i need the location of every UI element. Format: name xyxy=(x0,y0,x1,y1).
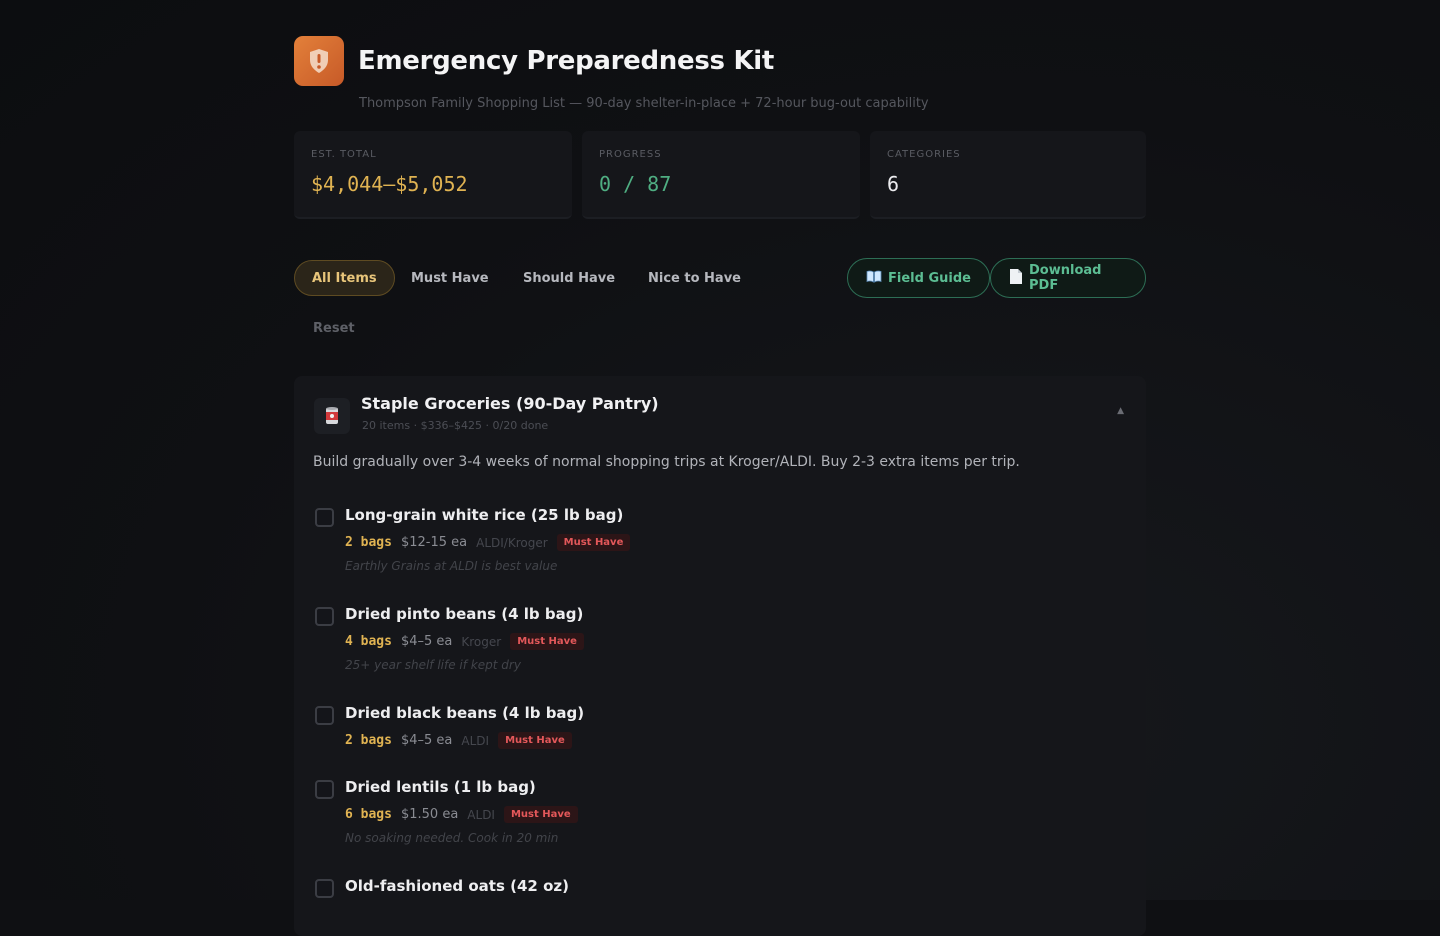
stat-est-total: EST. TOTAL $4,044–$5,052 xyxy=(294,131,572,219)
item-price: $4–5 ea xyxy=(400,634,453,649)
item-details: 4 bags $4–5 ea Kroger Must Have xyxy=(345,633,584,650)
item-store: ALDI xyxy=(461,733,490,748)
filter-bar: All Items Must Have Should Have Nice to … xyxy=(294,258,1146,298)
stat-value: 0 / 87 xyxy=(599,172,672,196)
item-note: No soaking needed. Cook in 20 min xyxy=(345,831,559,845)
download-pdf-label: Download PDF xyxy=(1029,263,1102,293)
stat-label: CATEGORIES xyxy=(887,149,961,160)
shield-icon xyxy=(294,36,344,86)
item-note: Earthly Grains at ALDI is best value xyxy=(345,559,558,573)
reset-button[interactable]: Reset xyxy=(313,321,355,336)
priority-badge: Must Have xyxy=(556,534,631,551)
item-price: $1.50 ea xyxy=(400,807,459,822)
item-name: Dried lentils (1 lb bag) xyxy=(345,778,536,796)
filter-nice-to-have[interactable]: Nice to Have xyxy=(631,260,758,296)
item-note: 25+ year shelf life if kept dry xyxy=(345,658,521,672)
page-title: Emergency Preparedness Kit xyxy=(358,46,775,76)
item-name: Dried pinto beans (4 lb bag) xyxy=(345,605,584,623)
stat-label: EST. TOTAL xyxy=(311,149,377,160)
stat-categories: CATEGORIES 6 xyxy=(870,131,1146,219)
stat-value: 6 xyxy=(887,172,900,196)
chevron-up-icon[interactable]: ▲ xyxy=(1117,406,1124,416)
item-qty: 2 bags xyxy=(345,535,392,550)
download-pdf-button[interactable]: Download PDF xyxy=(990,258,1146,298)
item-store: Kroger xyxy=(461,634,502,649)
filter-must-have[interactable]: Must Have xyxy=(394,260,506,296)
document-icon xyxy=(1009,268,1023,289)
field-guide-button[interactable]: Field Guide xyxy=(847,258,990,298)
stats-row: EST. TOTAL $4,044–$5,052 PROGRESS 0 / 87… xyxy=(294,131,1146,219)
item-checkbox[interactable] xyxy=(315,780,334,799)
item-qty: 6 bags xyxy=(345,807,392,822)
priority-badge: Must Have xyxy=(503,806,578,823)
item-store: ALDI xyxy=(467,807,495,822)
item-checkbox[interactable] xyxy=(315,607,334,626)
category-meta: 20 items · $336–$425 · 0/20 done xyxy=(362,419,549,432)
item-qty: 2 bags xyxy=(345,733,392,748)
category-card: Staple Groceries (90-Day Pantry) 20 item… xyxy=(294,376,1146,936)
filter-all-items[interactable]: All Items xyxy=(294,260,395,296)
item-checkbox[interactable] xyxy=(315,508,334,527)
category-description: Build gradually over 3-4 weeks of normal… xyxy=(313,454,1020,470)
stat-label: PROGRESS xyxy=(599,149,662,160)
field-guide-label: Field Guide xyxy=(888,270,971,286)
book-icon xyxy=(866,270,882,287)
page-header: Emergency Preparedness Kit xyxy=(294,36,1146,86)
page-subtitle: Thompson Family Shopping List — 90-day s… xyxy=(359,96,929,111)
item-details: 2 bags $12-15 ea ALDI/Kroger Must Have xyxy=(345,534,631,551)
stat-value: $4,044–$5,052 xyxy=(311,172,468,196)
stat-progress: PROGRESS 0 / 87 xyxy=(582,131,860,219)
item-price: $12-15 ea xyxy=(400,535,468,550)
item-price: $4–5 ea xyxy=(400,733,453,748)
priority-badge: Must Have xyxy=(498,732,572,749)
priority-badge: Must Have xyxy=(510,633,584,650)
item-name: Dried black beans (4 lb bag) xyxy=(345,704,585,722)
filter-should-have[interactable]: Should Have xyxy=(506,260,632,296)
item-qty: 4 bags xyxy=(345,634,392,649)
item-details: 6 bags $1.50 ea ALDI Must Have xyxy=(345,806,578,823)
item-checkbox[interactable] xyxy=(315,706,334,725)
can-icon xyxy=(314,398,350,434)
item-store: ALDI/Kroger xyxy=(476,535,548,550)
item-details: 2 bags $4–5 ea ALDI Must Have xyxy=(345,732,572,749)
category-header[interactable]: Staple Groceries (90-Day Pantry) 20 item… xyxy=(294,376,1146,448)
item-name: Long-grain white rice (25 lb bag) xyxy=(345,506,624,524)
item-checkbox[interactable] xyxy=(315,879,334,898)
item-name: Old-fashioned oats (42 oz) xyxy=(345,877,569,895)
category-title: Staple Groceries (90-Day Pantry) xyxy=(361,394,659,413)
